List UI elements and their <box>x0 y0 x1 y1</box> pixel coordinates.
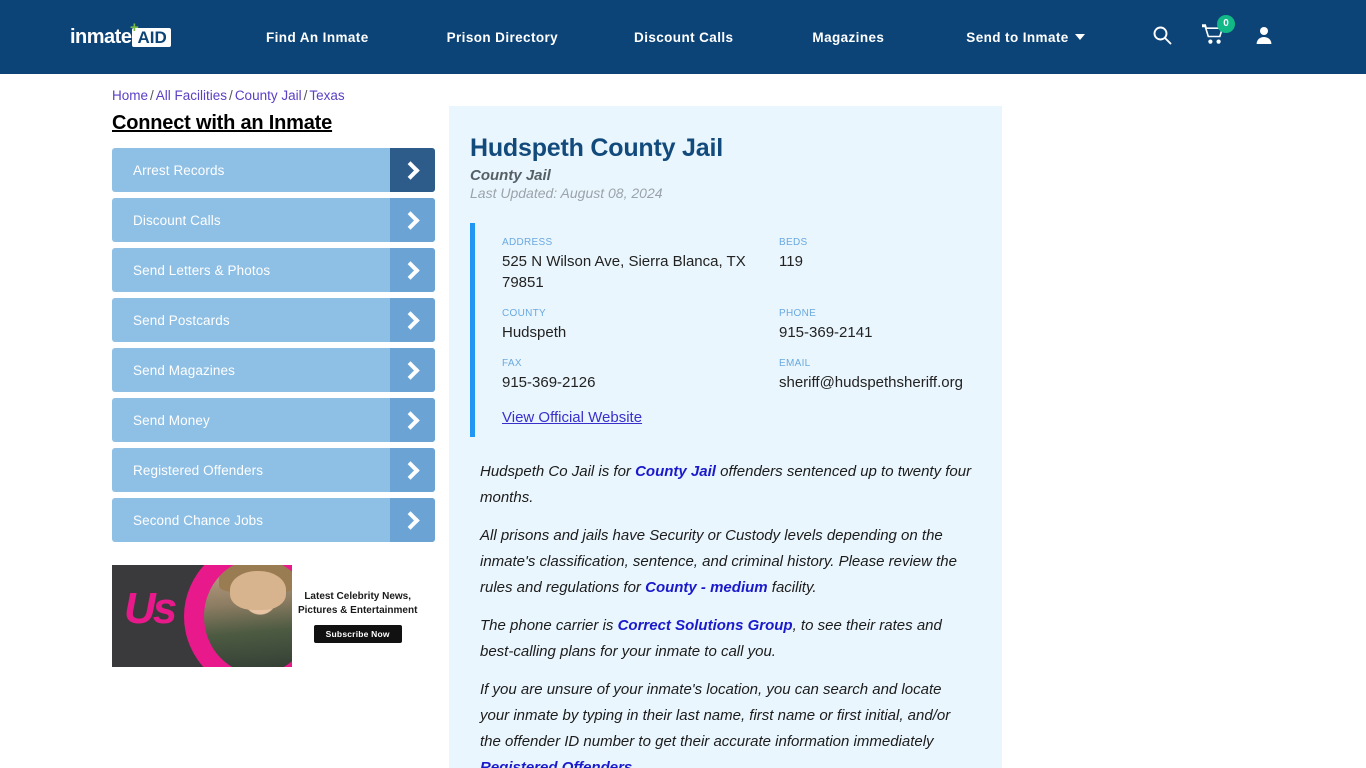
paragraph-text: The phone carrier is <box>480 617 618 634</box>
chevron-right-icon <box>390 148 435 192</box>
chevron-right-icon <box>390 298 435 342</box>
inmateaid-logo[interactable]: inmate AID + <box>70 20 190 50</box>
facility-detail-panel: Hudspeth County Jail County Jail Last Up… <box>449 106 1002 768</box>
info-field-fax: FAX 915-369-2126 <box>502 357 779 393</box>
sidebar-heading: Connect with an Inmate <box>112 112 333 134</box>
site-header: inmate AID + Find An Inmate Prison Direct… <box>0 0 1366 74</box>
chevron-right-icon <box>390 348 435 392</box>
view-official-website-link[interactable]: View Official Website <box>502 409 642 426</box>
info-value: 915-369-2141 <box>779 324 873 341</box>
user-account-icon[interactable] <box>1254 25 1274 50</box>
paragraph-text: Hudspeth Co Jail is for <box>480 463 636 480</box>
last-updated-text: Last Updated: August 08, 2024 <box>470 185 663 201</box>
sidebar-item-send-letters-photos[interactable]: Send Letters & Photos <box>112 248 435 292</box>
sidebar: Connect with an Inmate Arrest Records Di… <box>112 106 435 667</box>
sidebar-item-send-money[interactable]: Send Money <box>112 398 435 442</box>
link-registered-offenders[interactable]: Registered Offenders <box>480 755 972 768</box>
sidebar-item-label: Send Letters & Photos <box>133 262 271 278</box>
info-label: ADDRESS <box>502 237 553 248</box>
advertisement-banner[interactable]: Us Latest Celebrity News, Pictures & Ent… <box>112 565 423 667</box>
sidebar-item-label: Registered Offenders <box>133 462 264 478</box>
sidebar-item-label: Arrest Records <box>133 162 225 178</box>
info-value: sheriff@hudspethsheriff.org <box>779 374 963 391</box>
info-label: BEDS <box>779 237 808 248</box>
nav-send-to-inmate-label: Send to Inmate <box>966 29 1069 45</box>
page-body: Home / All Facilities / County Jail / Texas Co… <box>0 74 1366 768</box>
ad-copy: Latest Celebrity News, Pictures & Entert… <box>297 590 418 616</box>
facility-info-card: ADDRESS 525 N Wilson Ave, Sierra Blanca,… <box>470 223 972 437</box>
chevron-down-icon <box>1074 33 1085 40</box>
sidebar-item-label: Send Postcards <box>133 312 230 328</box>
description-paragraph-2: All prisons and jails have Security or C… <box>480 523 972 601</box>
nav-discount-calls[interactable]: Discount Calls <box>634 30 733 45</box>
breadcrumb-separator: / <box>150 88 154 103</box>
sidebar-item-label: Send Money <box>133 412 210 428</box>
cart-count-badge: 0 <box>1217 15 1235 33</box>
breadcrumb-item-county-jail[interactable]: County Jail <box>235 88 302 103</box>
nav-find-an-inmate[interactable]: Find An Inmate <box>266 30 369 45</box>
breadcrumb-item-home[interactable]: Home <box>112 88 148 103</box>
description-paragraph-3: The phone carrier is Correct Solutions G… <box>480 613 972 665</box>
sidebar-item-send-magazines[interactable]: Send Magazines <box>112 348 435 392</box>
info-field-county: COUNTY Hudspeth <box>502 307 779 343</box>
chevron-right-icon <box>390 448 435 492</box>
sidebar-item-label: Discount Calls <box>133 212 221 228</box>
chevron-right-icon <box>390 498 435 542</box>
link-correct-solutions-group[interactable]: Correct Solutions Group <box>618 617 793 634</box>
chevron-right-icon <box>390 248 435 292</box>
sidebar-item-send-postcards[interactable]: Send Postcards <box>112 298 435 342</box>
breadcrumb-separator: / <box>303 88 308 103</box>
info-value: 119 <box>779 253 803 270</box>
content-layout: Connect with an Inmate Arrest Records Di… <box>0 106 1366 768</box>
facility-description: Hudspeth Co Jail is for County Jail offe… <box>470 459 972 768</box>
page-title: Hudspeth County Jail <box>470 134 723 162</box>
green-cross-icon: + <box>130 19 139 36</box>
breadcrumb-separator: / <box>229 88 233 103</box>
breadcrumb-item-texas[interactable]: Texas <box>309 88 344 103</box>
ad-subscribe-button[interactable]: Subscribe Now <box>313 624 402 643</box>
description-paragraph-1: Hudspeth Co Jail is for County Jail offe… <box>480 459 972 511</box>
nav-prison-directory[interactable]: Prison Directory <box>447 30 558 45</box>
sidebar-item-label: Second Chance Jobs <box>133 512 264 528</box>
info-value: 525 N Wilson Ave, Sierra Blanca, TX 7985… <box>502 253 746 291</box>
ad-photo <box>204 565 293 667</box>
facility-type: County Jail <box>470 167 551 184</box>
info-label: COUNTY <box>502 308 547 319</box>
info-field-address: ADDRESS 525 N Wilson Ave, Sierra Blanca,… <box>502 236 779 293</box>
primary-navigation: Find An Inmate Prison Directory Discount… <box>266 30 1152 45</box>
breadcrumb: Home / All Facilities / County Jail / Texas <box>0 74 1366 106</box>
info-value: 915-369-2126 <box>502 374 596 391</box>
sidebar-item-registered-offenders[interactable]: Registered Offenders <box>112 448 435 492</box>
facility-info-grid: ADDRESS 525 N Wilson Ave, Sierra Blanca,… <box>502 236 972 393</box>
sidebar-item-discount-calls[interactable]: Discount Calls <box>112 198 435 242</box>
ad-text-area: Latest Celebrity News, Pictures & Entert… <box>292 565 423 667</box>
ad-artwork: Us <box>112 565 293 667</box>
info-field-phone: PHONE 915-369-2141 <box>779 307 972 343</box>
info-value: Hudspeth <box>502 324 567 341</box>
chevron-right-icon <box>390 198 435 242</box>
header-icon-group: 0 <box>1152 15 1274 50</box>
cart-icon[interactable]: 0 <box>1201 15 1235 50</box>
link-county-jail[interactable]: County Jail <box>635 463 716 480</box>
paragraph-text: If you are unsure of your inmate's locat… <box>480 681 951 750</box>
info-label: EMAIL <box>779 358 811 369</box>
info-label: FAX <box>502 358 522 369</box>
info-field-beds: BEDS 119 <box>779 236 972 293</box>
nav-send-to-inmate[interactable]: Send to Inmate <box>966 29 1085 45</box>
sidebar-item-second-chance-jobs[interactable]: Second Chance Jobs <box>112 498 435 542</box>
sidebar-item-label: Send Magazines <box>133 362 235 378</box>
ad-brand-logo: Us <box>124 584 177 633</box>
chevron-right-icon <box>390 398 435 442</box>
info-field-email: EMAIL sheriff@hudspethsheriff.org <box>779 357 972 393</box>
info-label: PHONE <box>779 308 817 319</box>
breadcrumb-item-all-facilities[interactable]: All Facilities <box>156 88 227 103</box>
link-county-medium[interactable]: County - medium <box>645 579 768 596</box>
sidebar-item-arrest-records[interactable]: Arrest Records <box>112 148 435 192</box>
search-icon[interactable] <box>1152 25 1172 50</box>
nav-magazines[interactable]: Magazines <box>812 30 884 45</box>
description-paragraph-4: If you are unsure of your inmate's locat… <box>480 677 972 768</box>
paragraph-text: facility. <box>767 579 817 596</box>
logo-text: inmate <box>70 26 132 48</box>
